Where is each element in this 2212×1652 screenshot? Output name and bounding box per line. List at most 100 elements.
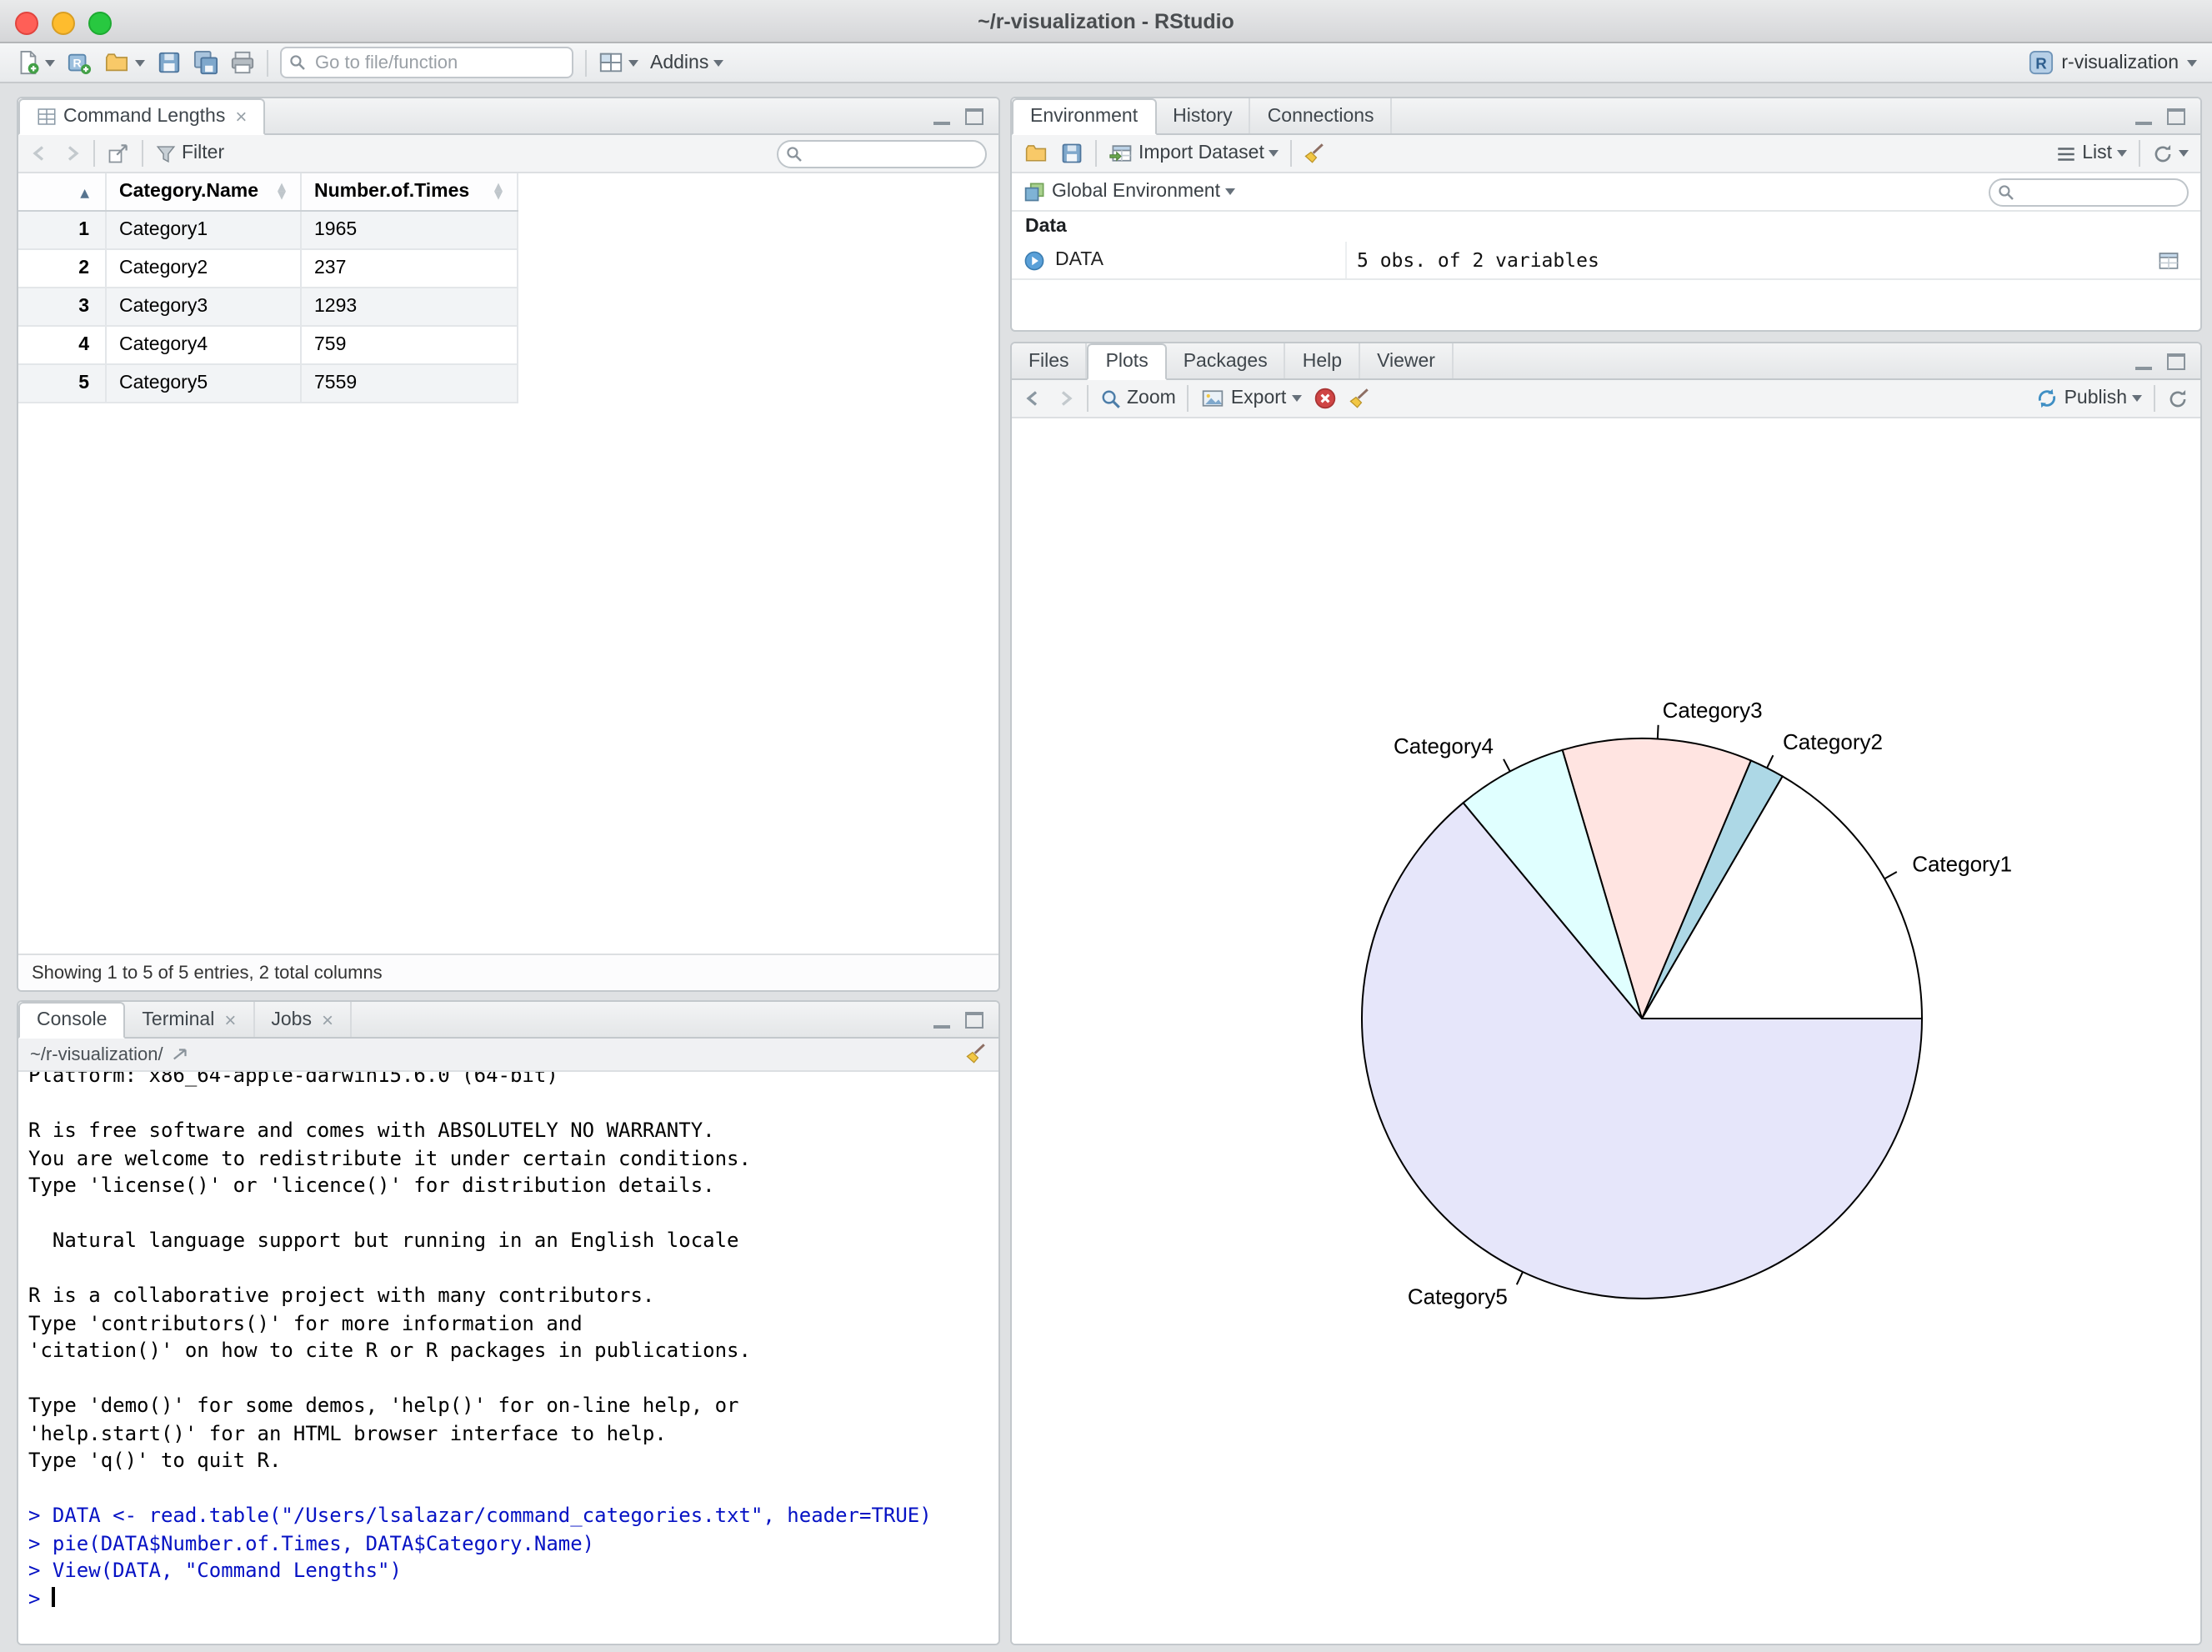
- table-row[interactable]: 2 Category2 237: [18, 249, 518, 288]
- tab-help[interactable]: Help: [1286, 343, 1361, 378]
- table-row[interactable]: 4 Category4 759: [18, 326, 518, 365]
- previous-plot-icon[interactable]: [1023, 388, 1043, 408]
- maximize-pane-icon[interactable]: [2167, 353, 2185, 369]
- console-output[interactable]: Platform: x86_64-apple-darwin15.6.0 (64-…: [18, 1072, 998, 1644]
- addins-menu[interactable]: Addins: [650, 53, 724, 73]
- data-table-area: ▲ Category.Name ▲ ▼ Number.of.Times ▲ ▼ 1 Cat…: [18, 173, 998, 954]
- maximize-pane-icon[interactable]: [965, 108, 983, 124]
- filter-button[interactable]: Filter: [155, 143, 224, 164]
- list-icon: [2058, 147, 2074, 160]
- console-line: > pie(DATA$Number.of.Times, DATA$Categor…: [28, 1531, 595, 1554]
- minimize-window-button[interactable]: [52, 11, 75, 34]
- tab-jobs[interactable]: Jobs ×: [254, 1002, 352, 1037]
- minimize-pane-icon[interactable]: [2135, 108, 2152, 124]
- column-header-category-name[interactable]: Category.Name ▲ ▼: [105, 173, 301, 212]
- tab-history[interactable]: History: [1156, 98, 1251, 133]
- minimize-pane-icon[interactable]: [2135, 353, 2152, 369]
- console-line: Type 'license()' or 'licence()' for dist…: [28, 1174, 715, 1197]
- table-row[interactable]: 1 Category1 1965: [18, 211, 518, 250]
- chevron-down-icon: [2179, 150, 2189, 157]
- tab-packages[interactable]: Packages: [1167, 343, 1286, 378]
- tab-terminal[interactable]: Terminal ×: [125, 1002, 255, 1037]
- tab-environment[interactable]: Environment: [1012, 98, 1157, 135]
- clear-all-plots-broom-icon[interactable]: [1348, 388, 1369, 409]
- maximize-pane-icon[interactable]: [2167, 108, 2185, 124]
- project-menu[interactable]: R r-visualization: [2028, 50, 2197, 75]
- minimize-pane-icon[interactable]: [933, 1011, 950, 1028]
- pie-label: Category1: [1912, 852, 2012, 877]
- console-line: Natural language support but running in …: [28, 1229, 739, 1252]
- forward-arrow-icon[interactable]: [62, 143, 82, 163]
- console-line: >: [28, 1584, 998, 1612]
- tab-command-lengths[interactable]: Command Lengths ×: [18, 98, 266, 135]
- save-all-icon: [193, 50, 218, 75]
- zoom-window-button[interactable]: [88, 11, 112, 34]
- tab-files[interactable]: Files: [1012, 343, 1088, 378]
- search-icon: [1999, 185, 2014, 200]
- toolbar-separator: [2154, 385, 2155, 412]
- remove-plot-icon[interactable]: [1313, 387, 1336, 410]
- popout-window-icon[interactable]: [107, 142, 130, 165]
- plot-area: Category1 Category2 Category3 Category4 Cate…: [1012, 418, 2200, 1644]
- next-plot-icon[interactable]: [1055, 388, 1075, 408]
- view-data-grid-icon[interactable]: [2157, 249, 2180, 271]
- environment-tabbar: Environment History Connections: [1012, 98, 2200, 135]
- export-plot-button[interactable]: Export: [1201, 387, 1302, 410]
- import-dataset-button[interactable]: Import Dataset: [1109, 142, 1279, 165]
- table-row[interactable]: 5 Category5 7559: [18, 364, 518, 403]
- save-all-button[interactable]: [193, 50, 218, 75]
- close-window-button[interactable]: [15, 11, 38, 34]
- pane-layout-button[interactable]: [598, 50, 638, 75]
- clear-workspace-broom-icon[interactable]: [1304, 143, 1326, 164]
- pane-window-buttons: [933, 98, 998, 133]
- table-row[interactable]: 3 Category3 1293: [18, 288, 518, 327]
- toolbar-separator: [2139, 140, 2140, 167]
- close-tab-icon[interactable]: ×: [322, 1008, 333, 1031]
- environment-object-row[interactable]: DATA 5 obs. of 2 variables: [1012, 242, 2200, 280]
- tab-console[interactable]: Console: [18, 1002, 126, 1039]
- environment-scope-row: Global Environment: [1012, 173, 2200, 212]
- close-tab-icon[interactable]: ×: [224, 1008, 236, 1031]
- new-file-button[interactable]: [15, 50, 55, 75]
- table-search-input[interactable]: [777, 139, 987, 168]
- chevron-down-icon: [713, 59, 724, 66]
- zoom-plot-button[interactable]: Zoom: [1100, 388, 1176, 409]
- environment-pane: Environment History Connections Import D…: [1010, 97, 2202, 332]
- close-tab-icon[interactable]: ×: [235, 105, 247, 128]
- zoom-magnifier-icon: [1102, 389, 1120, 408]
- console-line: R is free software and comes with ABSOLU…: [28, 1119, 715, 1142]
- maximize-pane-icon[interactable]: [965, 1011, 983, 1028]
- rstudio-window: ~/r-visualization - RStudio R Go to file…: [0, 0, 2212, 1652]
- expand-object-icon[interactable]: [1023, 249, 1045, 271]
- environment-search-input[interactable]: [1989, 178, 2189, 206]
- clear-console-broom-icon[interactable]: [965, 1044, 987, 1065]
- refresh-environment-button[interactable]: [2152, 143, 2189, 164]
- tab-viewer[interactable]: Viewer: [1360, 343, 1454, 378]
- back-arrow-icon[interactable]: [30, 143, 50, 163]
- toolbar-separator: [267, 49, 268, 76]
- list-view-button[interactable]: List: [2055, 143, 2127, 164]
- minimize-pane-icon[interactable]: [933, 108, 950, 124]
- column-header-number-of-times[interactable]: Number.of.Times ▲ ▼: [300, 173, 518, 212]
- popout-arrow-icon[interactable]: [172, 1045, 190, 1064]
- save-button[interactable]: [157, 50, 182, 75]
- console-tabbar: Console Terminal × Jobs ×: [18, 1002, 998, 1039]
- tab-plots[interactable]: Plots: [1087, 343, 1167, 380]
- toolbar-separator: [1187, 385, 1189, 412]
- publish-button[interactable]: Publish: [2036, 387, 2142, 410]
- tab-connections[interactable]: Connections: [1251, 98, 1393, 133]
- save-workspace-icon[interactable]: [1060, 142, 1083, 165]
- console-line: R is a collaborative project with many c…: [28, 1284, 655, 1307]
- goto-file-input[interactable]: [280, 47, 573, 78]
- pane-window-buttons: [2135, 98, 2200, 133]
- open-file-button[interactable]: [103, 50, 145, 75]
- print-button[interactable]: [230, 50, 255, 75]
- environment-scope-selector[interactable]: Global Environment: [1023, 180, 1235, 203]
- new-project-button[interactable]: R: [67, 50, 92, 75]
- load-workspace-folder-icon[interactable]: [1023, 142, 1048, 165]
- row-number-header[interactable]: ▲: [18, 173, 106, 212]
- console-lines: Platform: x86_64-apple-darwin15.6.0 (64-…: [28, 1072, 998, 1612]
- refresh-plot-icon[interactable]: [2167, 388, 2189, 409]
- table-search: [777, 139, 987, 168]
- publish-icon: [2039, 388, 2056, 408]
